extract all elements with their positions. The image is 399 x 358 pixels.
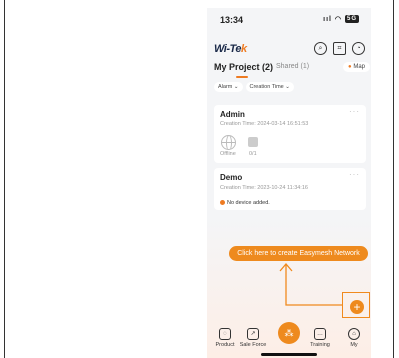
annotation-arrow xyxy=(279,263,342,306)
highlight-box xyxy=(342,292,370,318)
